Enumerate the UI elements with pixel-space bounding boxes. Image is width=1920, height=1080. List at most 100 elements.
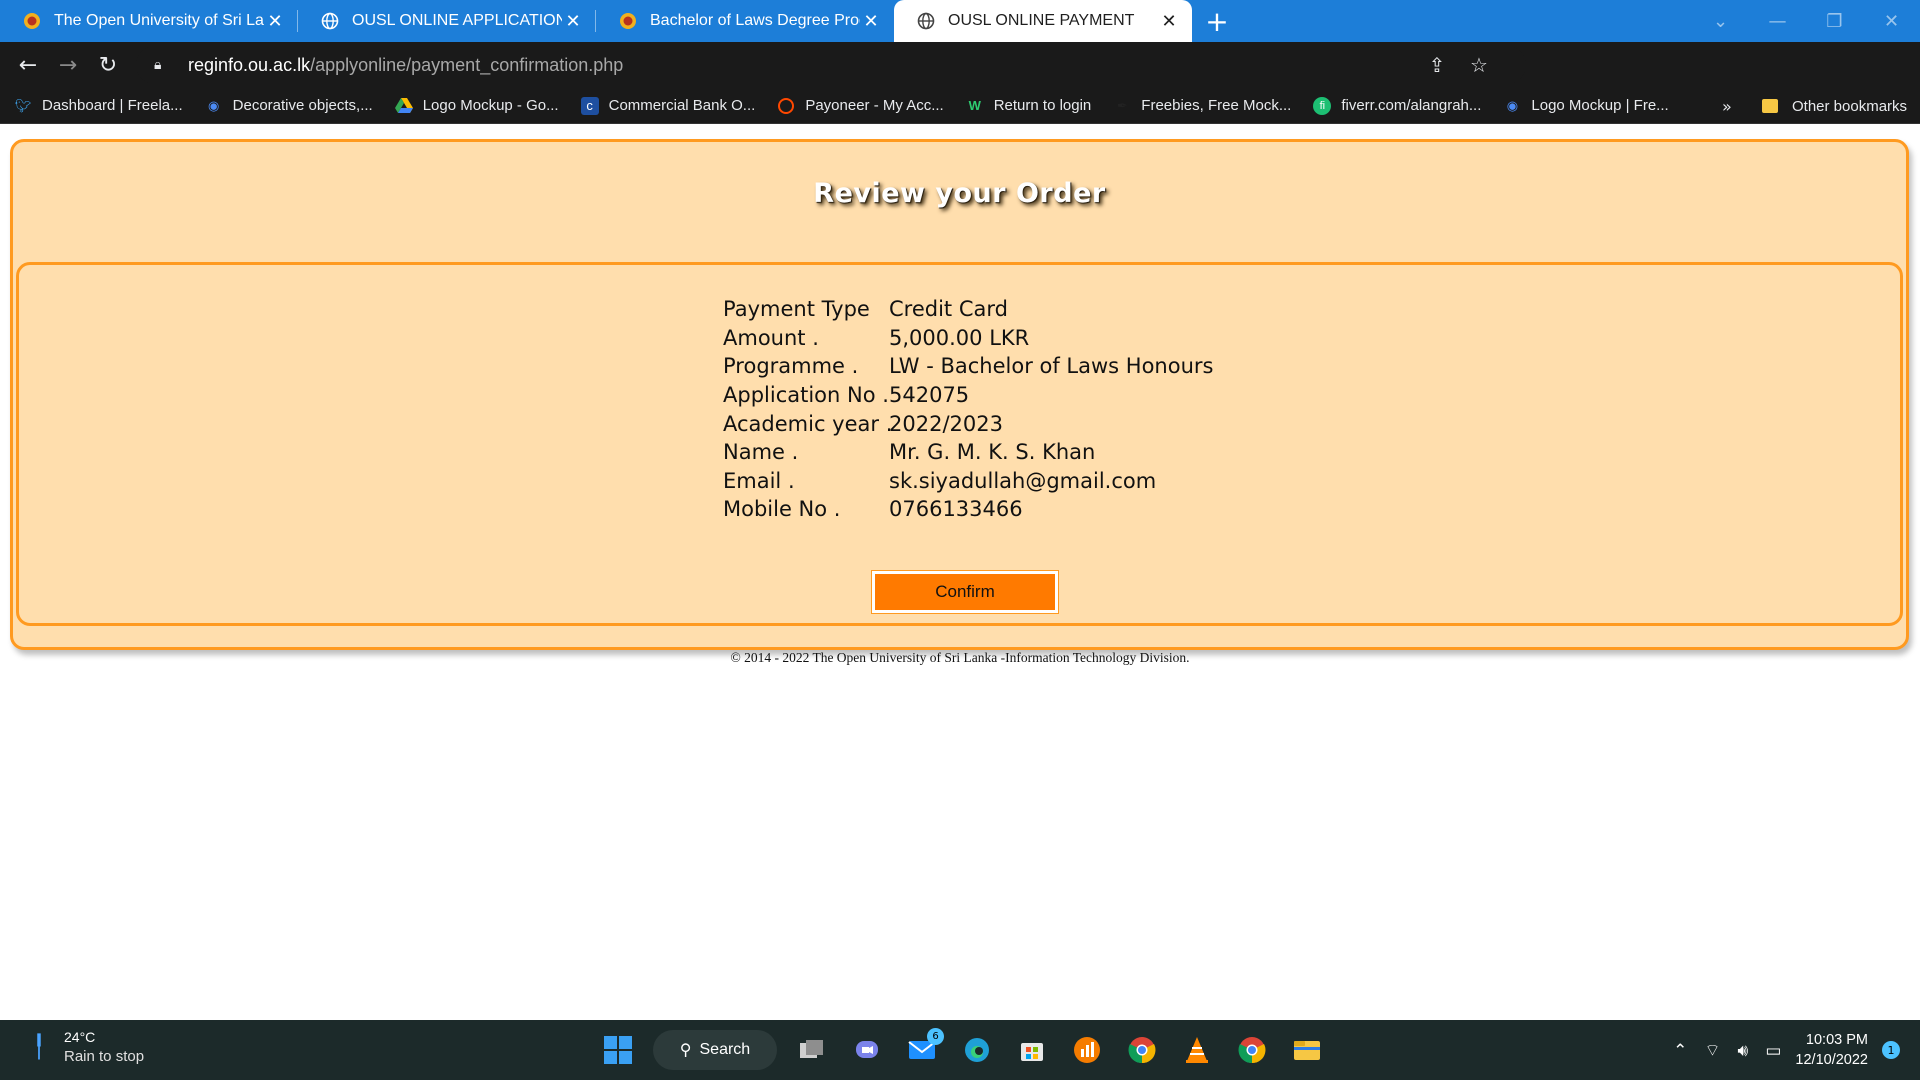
order-review-panel: Review your Order Payment Type Credit Car… — [10, 139, 1909, 650]
close-tab-icon[interactable]: ✕ — [264, 10, 286, 32]
url-host: reginfo.ou.ac.lk — [188, 54, 311, 75]
globe-icon — [320, 11, 340, 31]
volume-icon[interactable]: 🔊︎ — [1738, 1041, 1749, 1061]
back-icon[interactable]: ← — [8, 47, 48, 83]
detail-row-payment-type: Payment Type Credit Card — [723, 295, 1213, 324]
bookmark-label: Logo Mockup - Go... — [422, 97, 559, 114]
tab-title: Bachelor of Laws Degree Program — [650, 12, 860, 29]
detail-row-programme: Programme . LW - Bachelor of Laws Honours — [723, 352, 1213, 381]
notification-badge[interactable]: 1 — [1882, 1041, 1900, 1059]
address-bar[interactable]: 🔒︎ reginfo.ou.ac.lk/applyonline/payment_… — [136, 46, 1526, 84]
detail-value: LW - Bachelor of Laws Honours — [889, 354, 1214, 379]
windows-logo-icon — [604, 1036, 632, 1064]
taskbar: ╿ 24°C Rain to stop ⚲ Search 6 ⌃ ⌔ 🔊︎ ▭ 1… — [0, 1020, 1920, 1080]
close-tab-icon[interactable]: ✕ — [860, 10, 882, 32]
edge-icon[interactable] — [957, 1030, 997, 1070]
file-explorer-icon[interactable] — [1287, 1030, 1327, 1070]
detail-label: Application No . — [723, 383, 889, 408]
bookmark-favicon-icon: ◉ — [1506, 97, 1519, 113]
mail-badge: 6 — [927, 1028, 944, 1045]
weather-description: Rain to stop — [64, 1048, 145, 1065]
bookmark-item[interactable]: ✒︎ Freebies, Free Mock... — [1113, 97, 1292, 115]
tab-strip: The Open University of Sri Lanka ✕ OUSL … — [0, 0, 1920, 42]
bookmark-item[interactable]: ◉ Decorative objects,... — [205, 97, 373, 115]
google-drive-icon — [394, 97, 413, 115]
tab-online-payment[interactable]: OUSL ONLINE PAYMENT ✕ — [894, 0, 1192, 42]
page-title: Review your Order — [813, 178, 1106, 209]
task-view-icon[interactable] — [792, 1030, 832, 1070]
detail-label: Amount . — [723, 325, 819, 350]
bookmark-item[interactable]: fi fiverr.com/alangrah... — [1313, 96, 1481, 115]
tray-icons: ⌃ ⌔ 🔊︎ ▭ — [1661, 1040, 1781, 1061]
detail-value: Mr. G. M. K. S. Khan — [889, 440, 1096, 465]
microsoft-store-icon[interactable] — [1012, 1030, 1052, 1070]
reload-icon[interactable]: ↻ — [88, 47, 128, 83]
window-controls: ⌄ — ❐ ✕ — [1692, 0, 1920, 42]
close-tab-icon[interactable]: ✕ — [1158, 10, 1180, 32]
detail-label: Name . — [723, 440, 799, 465]
minimize-icon[interactable]: — — [1749, 0, 1806, 42]
tab-ousl-home[interactable]: The Open University of Sri Lanka ✕ — [0, 0, 298, 42]
order-details-box: Payment Type Credit Card Amount . 5,000.00… — [16, 262, 1903, 626]
bookmark-item[interactable]: W Return to login — [966, 97, 1092, 115]
tab-online-application[interactable]: OUSL ONLINE APPLICATION ✕ — [298, 0, 596, 42]
battery-icon[interactable]: ▭ — [1765, 1041, 1781, 1061]
other-bookmarks-button[interactable]: Other bookmarks — [1762, 88, 1907, 124]
search-icon: ⚲ — [679, 1042, 692, 1059]
teams-chat-icon[interactable] — [847, 1030, 887, 1070]
detail-label: Mobile No . — [723, 497, 841, 522]
analytics-app-icon[interactable] — [1067, 1030, 1107, 1070]
start-button[interactable] — [598, 1030, 638, 1070]
bookmark-item[interactable]: 🐦︎ Dashboard | Freela... — [14, 97, 183, 115]
rain-icon: ╿ — [32, 1034, 46, 1059]
commercial-bank-icon: c — [580, 96, 599, 115]
bookmark-label: Payoneer - My Acc... — [805, 97, 944, 114]
temperature: 24°C — [64, 1029, 96, 1045]
new-tab-icon[interactable]: + — [1192, 0, 1242, 42]
tab-search-icon[interactable]: ⌄ — [1692, 0, 1749, 42]
payoneer-icon — [777, 97, 795, 115]
order-details: Payment Type Credit Card Amount . 5,000.00… — [723, 295, 1213, 524]
bookmarks-overflow-button[interactable]: » — [1722, 88, 1732, 124]
chrome-canary-icon[interactable] — [1122, 1030, 1162, 1070]
confirm-button[interactable]: Confirm — [871, 570, 1059, 614]
detail-value: 2022/2023 — [889, 411, 1003, 436]
detail-label: Payment Type — [723, 297, 870, 322]
bookmark-item[interactable]: Logo Mockup - Go... — [394, 97, 559, 115]
copyright-footer: © 2014 - 2022 The Open University of Sri… — [730, 650, 1190, 665]
mail-icon[interactable]: 6 — [902, 1028, 944, 1070]
restore-icon[interactable]: ❐ — [1806, 0, 1863, 42]
weather-widget[interactable]: ╿ 24°C Rain to stop — [28, 1028, 144, 1066]
taskbar-search[interactable]: ⚲ Search — [653, 1030, 777, 1070]
wifi-icon[interactable]: ⌔ — [1704, 1041, 1720, 1061]
close-tab-icon[interactable]: ✕ — [562, 10, 584, 32]
freelancer-icon: 🐦︎ — [14, 97, 32, 113]
clock[interactable]: 10:03 PM 12/10/2022 — [1795, 1030, 1868, 1070]
forward-icon[interactable]: → — [48, 47, 88, 83]
chrome-icon[interactable] — [1232, 1030, 1272, 1070]
return-login-icon: W — [968, 98, 981, 113]
detail-value: Credit Card — [889, 297, 1008, 322]
tab-bachelor-of-laws[interactable]: Bachelor of Laws Degree Program ✕ — [596, 0, 894, 42]
url-path: /applyonline/payment_confirmation.php — [310, 54, 624, 75]
bookmark-item[interactable]: c Commercial Bank O... — [580, 96, 756, 115]
detail-row-name: Name . Mr. G. M. K. S. Khan — [723, 438, 1213, 467]
bookmark-star-icon[interactable]: ☆ — [1466, 53, 1492, 77]
taskbar-apps: ⚲ Search 6 — [598, 1028, 1327, 1072]
bookmark-item[interactable]: ◉ Logo Mockup | Fre... — [1503, 97, 1669, 115]
bookmark-item[interactable]: Payoneer - My Acc... — [777, 97, 944, 115]
share-icon[interactable]: ⇪ — [1424, 53, 1450, 77]
lock-icon: 🔒︎ — [154, 57, 162, 73]
close-window-icon[interactable]: ✕ — [1863, 0, 1920, 42]
vlc-icon[interactable] — [1177, 1030, 1217, 1070]
other-bookmarks-label: Other bookmarks — [1792, 97, 1908, 115]
toolbar: ← → ↻ 🔒︎ reginfo.ou.ac.lk/applyonline/pa… — [0, 42, 1920, 121]
detail-row-academic-year: Academic year . 2022/2023 — [723, 409, 1213, 438]
bookmark-label: Return to login — [993, 97, 1092, 114]
detail-row-mobile: Mobile No . 0766133466 — [723, 495, 1213, 524]
ousl-logo-icon — [618, 11, 638, 31]
bookmark-label: Freebies, Free Mock... — [1141, 97, 1292, 114]
chevron-up-icon[interactable]: ⌃ — [1673, 1041, 1687, 1061]
bookmark-label: Commercial Bank O... — [608, 97, 756, 114]
tab-title: The Open University of Sri Lanka — [54, 12, 264, 29]
